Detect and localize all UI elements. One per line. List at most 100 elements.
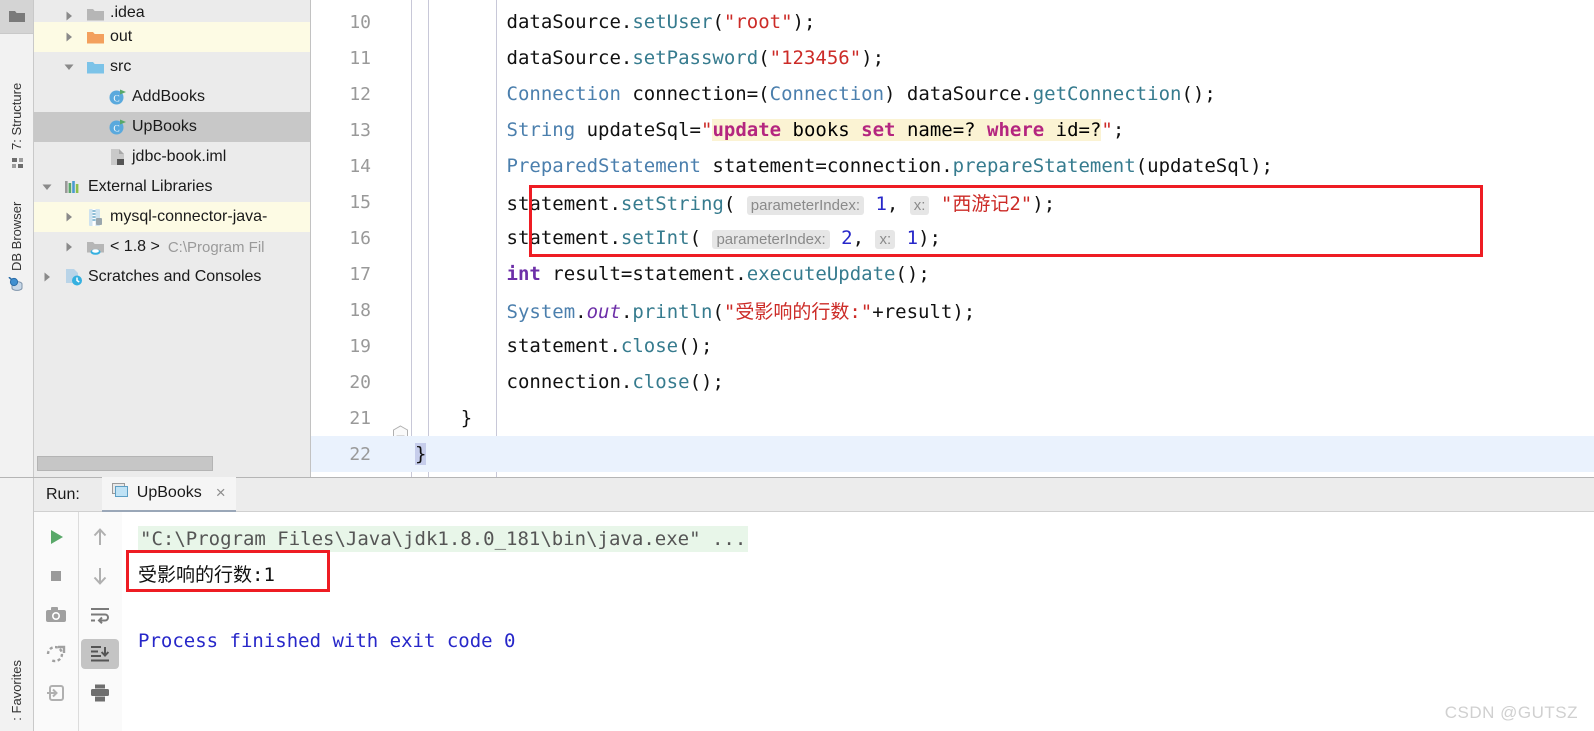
rerun-failed-icon[interactable] <box>37 639 75 669</box>
tree-scroll-thumb[interactable] <box>37 456 213 471</box>
svg-text:C: C <box>113 94 119 104</box>
line-number: 22 <box>349 443 371 465</box>
folder-icon <box>8 11 25 22</box>
project-tree-panel[interactable]: .idea out src C AddBooks C UpBooks jdbc-book.im… <box>34 0 311 477</box>
console-icon <box>111 483 129 503</box>
intellij-window: 7: Structure DB Browser .idea out src C AddB… <box>0 0 1594 731</box>
tree-row[interactable]: C AddBooks <box>34 82 310 112</box>
tree-row[interactable]: mysql-connector-java- <box>34 202 310 232</box>
code-line[interactable]: 20 connection.close(); <box>311 364 1594 400</box>
code-line[interactable]: 10 dataSource.setUser("root"); <box>311 4 1594 40</box>
code-token: parameterIndex: <box>712 230 830 249</box>
left-tool-strip: 7: Structure DB Browser <box>0 0 34 477</box>
sidebar-item-db-browser[interactable]: DB Browser <box>0 178 33 293</box>
code-token: "受影响的行数:" <box>723 300 873 323</box>
code-line[interactable]: 13 String updateSql="update books set na… <box>311 112 1594 148</box>
console-line: Process finished with exit code 0 <box>122 624 1594 658</box>
sidebar-item-favorites[interactable]: : Favorites <box>0 660 33 721</box>
code-token: connection <box>506 371 621 393</box>
tree-row-label: Scratches and Consoles <box>88 268 262 285</box>
code-line[interactable]: 22} <box>311 436 1594 472</box>
tree-row[interactable]: C UpBooks <box>34 112 310 142</box>
code-token: id=? <box>1044 119 1102 141</box>
console-line: 受影响的行数:1 <box>122 556 1594 590</box>
library-icon <box>60 179 86 195</box>
down-arrow-icon[interactable] <box>81 561 119 591</box>
code-token: statement <box>506 335 610 357</box>
code-line[interactable]: 16 statement.setInt( parameterIndex: 2, … <box>311 220 1594 256</box>
code-token: setString <box>620 192 724 215</box>
run-icon[interactable] <box>37 522 75 552</box>
code-token: "root" <box>723 11 793 33</box>
print-icon[interactable] <box>81 678 119 708</box>
code-line[interactable]: 11 dataSource.setPassword("123456"); <box>311 40 1594 76</box>
code-token: PreparedStatement <box>506 155 701 177</box>
tree-horizontal-scrollbar[interactable] <box>34 456 310 471</box>
tree-row[interactable]: out <box>34 22 310 52</box>
java-class-icon: C <box>104 118 130 136</box>
export-icon[interactable] <box>37 678 75 708</box>
tree-row-label: External Libraries <box>88 178 213 195</box>
code-line[interactable]: 21 } <box>311 400 1594 444</box>
code-token: ( <box>712 11 724 33</box>
code-text: dataSource.setPassword("123456"); <box>415 47 885 69</box>
tree-row[interactable]: .idea <box>34 0 310 22</box>
tree-toggle-arrow[interactable] <box>56 10 82 22</box>
code-text: int result=statement.executeUpdate(); <box>415 263 930 285</box>
chevron-down-icon <box>64 64 74 70</box>
code-token: out <box>586 300 621 323</box>
tree-toggle-arrow[interactable] <box>34 271 60 283</box>
structure-icon <box>9 156 24 170</box>
code-token: println <box>632 300 713 323</box>
up-arrow-icon[interactable] <box>81 522 119 552</box>
tree-row[interactable]: External Libraries <box>34 172 310 202</box>
project-tool-button[interactable] <box>0 0 33 34</box>
code-editor[interactable]: 10 dataSource.setUser("root"); 11 dataSou… <box>311 0 1594 477</box>
code-line[interactable]: 19 statement.close(); <box>311 328 1594 364</box>
code-token: Connection <box>769 83 885 105</box>
stop-icon[interactable] <box>37 561 75 591</box>
tree-row[interactable]: jdbc-book.iml <box>34 142 310 172</box>
code-token: 2 <box>841 227 853 249</box>
tree-toggle-arrow[interactable] <box>56 211 82 223</box>
code-token: name=? <box>895 119 988 141</box>
svg-text:C: C <box>113 124 119 134</box>
code-line[interactable]: 18 System.out.println("受影响的行数:"+result); <box>311 292 1594 328</box>
tree-row-label: src <box>110 58 132 75</box>
code-token: (); <box>678 335 713 357</box>
code-token: " <box>1101 119 1113 141</box>
console-output[interactable]: "C:\Program Files\Java\jdk1.8.0_181\bin\… <box>122 512 1594 731</box>
run-panel-label: Run: <box>46 485 80 503</box>
code-line[interactable]: 14 PreparedStatement statement=connectio… <box>311 148 1594 184</box>
run-tab-upbooks[interactable]: UpBooks × <box>101 476 236 513</box>
code-token: . <box>620 47 633 69</box>
line-number: 21 <box>349 407 371 429</box>
top-region: 7: Structure DB Browser .idea out src C AddB… <box>0 0 1594 477</box>
code-token: "123456" <box>769 47 862 69</box>
sidebar-item-structure[interactable]: 7: Structure <box>0 40 33 170</box>
tree-toggle-arrow[interactable] <box>34 181 60 193</box>
camera-icon[interactable] <box>37 600 75 630</box>
tree-row[interactable]: src <box>34 52 310 82</box>
tree-toggle-arrow[interactable] <box>56 31 82 43</box>
soft-wrap-icon[interactable] <box>81 600 119 630</box>
code-line[interactable]: 15 statement.setString( parameterIndex: … <box>311 184 1594 220</box>
code-line[interactable]: 12 Connection connection=(Connection) da… <box>311 76 1594 112</box>
code-text: statement.close(); <box>415 335 713 357</box>
code-text: Connection connection=(Connection) dataS… <box>415 83 1216 105</box>
folder-grey-icon <box>82 6 108 22</box>
code-line[interactable]: 17 int result=statement.executeUpdate(); <box>311 256 1594 292</box>
tree-toggle-arrow[interactable] <box>56 241 82 253</box>
tree-row-label: AddBooks <box>132 88 205 105</box>
tree-toggle-arrow[interactable] <box>56 61 82 73</box>
code-text: statement.setInt( parameterIndex: 2, x: … <box>415 227 941 249</box>
tree-row[interactable]: Scratches and Consoles <box>34 262 310 292</box>
close-icon[interactable]: × <box>216 483 226 503</box>
scroll-to-end-icon[interactable] <box>81 639 120 669</box>
tree-row[interactable]: < 1.8 > C:\Program Fil <box>34 232 310 262</box>
code-token: ; <box>1112 119 1125 141</box>
